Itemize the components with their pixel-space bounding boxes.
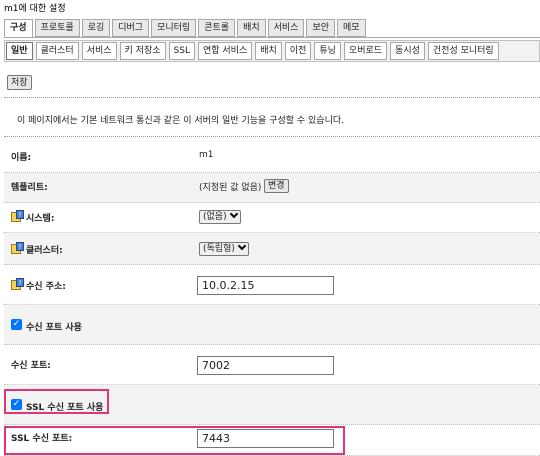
subtab-federation-services[interactable]: 연합 서비스 [197, 42, 253, 60]
subtab-health-monitoring[interactable]: 건전성 모니터링 [427, 42, 499, 60]
ssl-listen-port-enabled-checkbox[interactable]: ✓ [11, 399, 22, 410]
tab-monitoring[interactable]: 모니터링 [151, 19, 197, 37]
intro-text: 이 페이지에서는 기본 네트워크 통신과 같은 이 서버의 일반 기능을 구성할… [17, 116, 344, 126]
listen-address-label: 수신 주소: [26, 282, 66, 292]
ssl-listen-port-enabled-label: SSL 수신 포트 사용 [26, 403, 104, 413]
cluster-select[interactable]: (독립형) [199, 241, 249, 256]
name-row [4, 139, 540, 173]
ssl-listen-port-input[interactable] [197, 429, 334, 448]
listen-port-input[interactable] [197, 356, 334, 375]
tab-debug[interactable]: 디버그 [112, 19, 150, 37]
tab-divider [4, 37, 540, 38]
subtab-tuning[interactable]: 튜닝 [314, 42, 341, 60]
tab-deployments[interactable]: 배치 [237, 19, 266, 37]
machine-label: 시스템: [26, 214, 55, 224]
sub-tab-list: 일반 클러스터 서비스 키 저장소 SSL 연합 서비스 배치 이전 튜닝 오버… [6, 42, 499, 60]
page-title: m1에 대한 설정 [4, 4, 66, 14]
name-value: m1 [199, 150, 214, 160]
cluster-selected-value: (독립형) [203, 244, 235, 254]
subtab-services[interactable]: 서비스 [81, 42, 117, 60]
svg-text:?: ? [18, 212, 21, 219]
subtab-deployment[interactable]: 배치 [255, 42, 282, 60]
ssl-listen-port-label: SSL 수신 포트: [11, 434, 73, 444]
listen-port-label: 수신 포트: [11, 361, 51, 371]
change-template-button[interactable]: 변경 [264, 179, 289, 193]
subtab-overload[interactable]: 오버로드 [343, 42, 388, 60]
chevron-down-icon [237, 241, 247, 251]
machine-selected-value: (없음) [203, 212, 227, 222]
subtab-general[interactable]: 일반 [6, 42, 33, 60]
tab-control[interactable]: 콘트롤 [198, 19, 236, 37]
main-tab-bar: 구성 프로토콜 로깅 디버그 모니터링 콘트롤 배치 서비스 보안 메모 [4, 19, 366, 38]
listen-port-enabled-checkbox[interactable]: ✓ [11, 319, 22, 330]
name-label: 이름: [11, 153, 32, 163]
cluster-row [4, 233, 540, 265]
listen-port-enabled-row [4, 305, 540, 345]
tab-notes[interactable]: 메모 [337, 19, 366, 37]
check-icon: ✓ [12, 319, 21, 329]
template-label: 템플리트: [11, 183, 48, 193]
chevron-down-icon [229, 209, 238, 219]
subtab-migration[interactable]: 이전 [284, 42, 312, 60]
subtab-concurrency[interactable]: 동시성 [390, 42, 425, 60]
help-icon[interactable]: ? [11, 210, 24, 222]
listen-address-input[interactable] [197, 276, 334, 295]
save-button[interactable]: 저장 [7, 75, 32, 90]
listen-port-enabled-label: 수신 포트 사용 [26, 323, 82, 333]
subtab-keystores[interactable]: 키 저장소 [119, 42, 166, 60]
svg-text:?: ? [18, 244, 21, 251]
cluster-label: 클러스터: [26, 246, 63, 256]
check-icon: ✓ [12, 399, 21, 409]
machine-select[interactable]: (없음) [199, 209, 241, 224]
help-icon[interactable]: ? [11, 242, 24, 254]
tab-configuration[interactable]: 구성 [4, 19, 33, 38]
svg-text:?: ? [18, 280, 21, 287]
tab-logging[interactable]: 로깅 [81, 19, 111, 37]
subtab-ssl[interactable]: SSL [168, 42, 195, 60]
subtab-cluster[interactable]: 클러스터 [35, 42, 79, 60]
tab-security[interactable]: 보안 [306, 19, 336, 37]
template-value: (지정된 값 없음) [199, 183, 262, 193]
tab-protocols[interactable]: 프로토콜 [34, 19, 80, 37]
machine-row [4, 203, 540, 233]
tab-services[interactable]: 서비스 [267, 19, 305, 37]
help-icon[interactable]: ? [11, 278, 24, 290]
